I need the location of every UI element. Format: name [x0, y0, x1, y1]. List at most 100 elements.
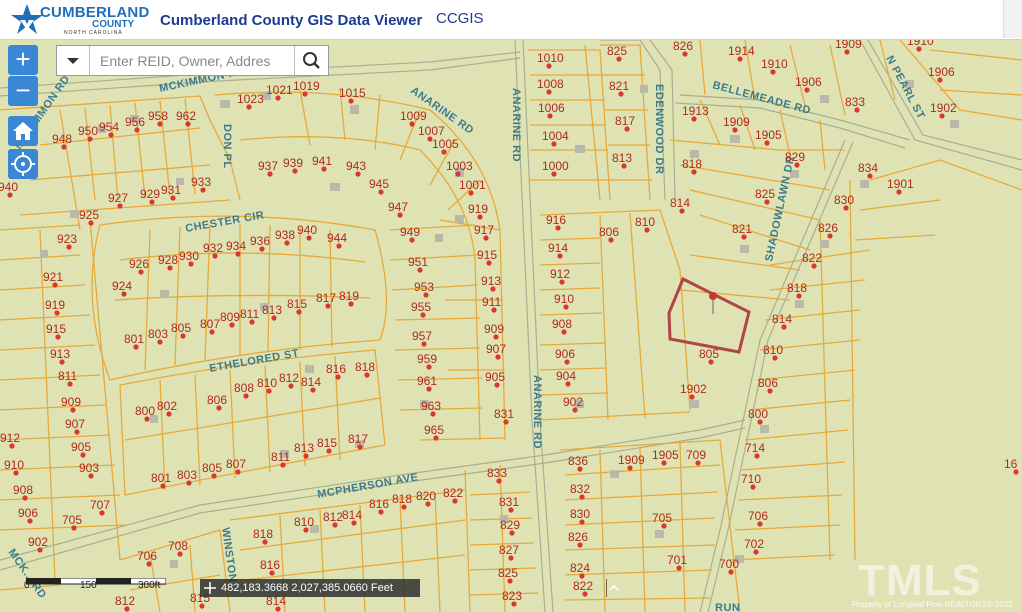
parcel-address-label: 829: [785, 150, 805, 164]
parcel-address-label: 829: [500, 518, 520, 532]
parcel-address-label: 812: [279, 371, 299, 385]
parcel-address-label: 831: [494, 407, 514, 421]
parcel-address-label: 902: [563, 395, 583, 409]
parcel-address-label: 954: [99, 120, 119, 134]
parcel-address-label: 950: [78, 124, 98, 138]
parcel-address-label: 1004: [542, 129, 569, 143]
parcel-address-label: 702: [744, 537, 764, 551]
parcel-address-label: 814: [670, 196, 690, 210]
parcel-address-label: 1901: [887, 177, 914, 191]
zoom-out-button[interactable]: −: [8, 76, 38, 106]
header-menu-button[interactable]: [1003, 0, 1022, 38]
parcel-address-label: 811: [271, 450, 290, 464]
chevron-up-icon: [609, 584, 619, 591]
parcel-address-label: 806: [758, 376, 778, 390]
parcel-address-label: 818: [253, 527, 273, 541]
street-label-run: RUN: [715, 602, 740, 612]
parcel-address-label: 832: [570, 482, 590, 496]
zoom-in-button[interactable]: +: [8, 45, 38, 75]
parcel-address-label: 913: [50, 347, 70, 361]
parcel-address-label: 1909: [723, 115, 750, 129]
parcel-address-label: 912: [550, 267, 570, 281]
street-label-edenwood: EDENWOOD DR: [653, 84, 665, 174]
parcel-address-label: 933: [191, 175, 211, 189]
county-logo-icon: [11, 4, 43, 34]
parcel-address-label: 830: [570, 507, 590, 521]
scale-label-zero: 0: [24, 580, 30, 591]
ccgis-link[interactable]: CCGIS: [436, 10, 484, 27]
parcel-address-label: 810: [257, 376, 277, 390]
parcel-address-label: 1906: [928, 65, 955, 79]
parcel-address-label: 932: [203, 241, 223, 255]
parcel-address-label: 825: [607, 44, 627, 58]
parcel-address-label: 814: [301, 375, 321, 389]
parcel-address-label: 817: [316, 291, 336, 305]
parcel-address-label: 805: [171, 321, 191, 335]
parcel-address-label: 831: [499, 495, 519, 509]
parcel-address-label: 907: [486, 342, 506, 356]
parcel-address-label: 906: [555, 347, 575, 361]
parcel-address-label: 707: [90, 498, 110, 512]
parcel-address-label: 938: [275, 228, 295, 242]
home-icon: [13, 122, 33, 140]
app-title: Cumberland County GIS Data Viewer: [160, 12, 423, 29]
parcel-address-label: 803: [148, 327, 168, 341]
parcel-address-label: 909: [61, 395, 81, 409]
parcel-address-label: 1023: [237, 92, 264, 106]
search-source-dropdown[interactable]: [57, 46, 90, 75]
parcel-address-label: 916: [546, 213, 566, 227]
parcel-address-label: 800: [135, 404, 155, 418]
parcel-address-label: 810: [294, 515, 314, 529]
search-button[interactable]: [294, 46, 328, 75]
home-button[interactable]: [8, 116, 38, 146]
parcel-address-label: 818: [682, 157, 702, 171]
parcel-address-label: 807: [200, 317, 220, 331]
search-bar: [56, 45, 329, 76]
parcel-address-label: 924: [112, 279, 132, 293]
crosshair-icon: [204, 582, 216, 594]
parcel-address-label: 903: [79, 461, 99, 475]
parcel-address-label: 833: [845, 95, 865, 109]
parcel-address-label: 917: [474, 223, 494, 237]
parcel-address-label: 1906: [795, 75, 822, 89]
parcel-address-label: 816: [369, 497, 389, 511]
parcel-address-label: 905: [485, 370, 505, 384]
parcel-address-label: 806: [207, 393, 227, 407]
parcel-address-label: 930: [179, 249, 199, 263]
parcel-address-label: 910: [4, 458, 24, 472]
parcel-address-label: 817: [615, 114, 635, 128]
search-input[interactable]: [90, 46, 295, 75]
parcel-address-label: 824: [570, 561, 590, 575]
parcel-address-label: 806: [599, 225, 619, 239]
parcel-address-label: 822: [802, 251, 822, 265]
parcel-address-label: 919: [45, 298, 65, 312]
parcel-address-label: 944: [327, 231, 347, 245]
coordinate-text: 482,183.3668 2,027,385.0660 Feet: [221, 582, 393, 594]
parcel-address-label: 1005: [432, 137, 459, 151]
parcel-address-label: 709: [686, 448, 706, 462]
parcel-address-label: 827: [499, 543, 519, 557]
parcel-address-label: 825: [498, 566, 518, 580]
street-label-anarine-mid: ANARINE RD: [510, 88, 522, 162]
parcel-address-label: 908: [552, 317, 572, 331]
parcel-address-label: 936: [250, 234, 270, 248]
parcel-address-label: 934: [226, 239, 246, 253]
parcel-address-label: 1902: [930, 101, 957, 115]
parcel-address-label: 700: [719, 557, 739, 571]
parcel-address-label: 822: [443, 486, 463, 500]
parcel-address-label: 943: [346, 159, 366, 173]
locate-button[interactable]: [8, 149, 38, 179]
parcel-address-label: 919: [468, 202, 488, 216]
parcel-address-label: 915: [46, 322, 66, 336]
parcel-address-label: 826: [568, 530, 588, 544]
parcel-address-label: 908: [13, 483, 33, 497]
coordinate-toggle-button[interactable]: [606, 579, 621, 597]
parcel-address-label: 937: [258, 159, 278, 173]
search-icon: [303, 52, 320, 69]
parcel-address-label: 802: [157, 399, 177, 413]
parcel-address-label: 1015: [339, 86, 366, 100]
parcel-address-label: 813: [612, 151, 632, 165]
map-canvas[interactable]: MCKIMMON RD ANARINE RD ANARINE RD ANARIN…: [0, 40, 1022, 612]
parcel-address-label: 902: [28, 535, 48, 549]
parcel-address-label: 810: [635, 215, 655, 229]
